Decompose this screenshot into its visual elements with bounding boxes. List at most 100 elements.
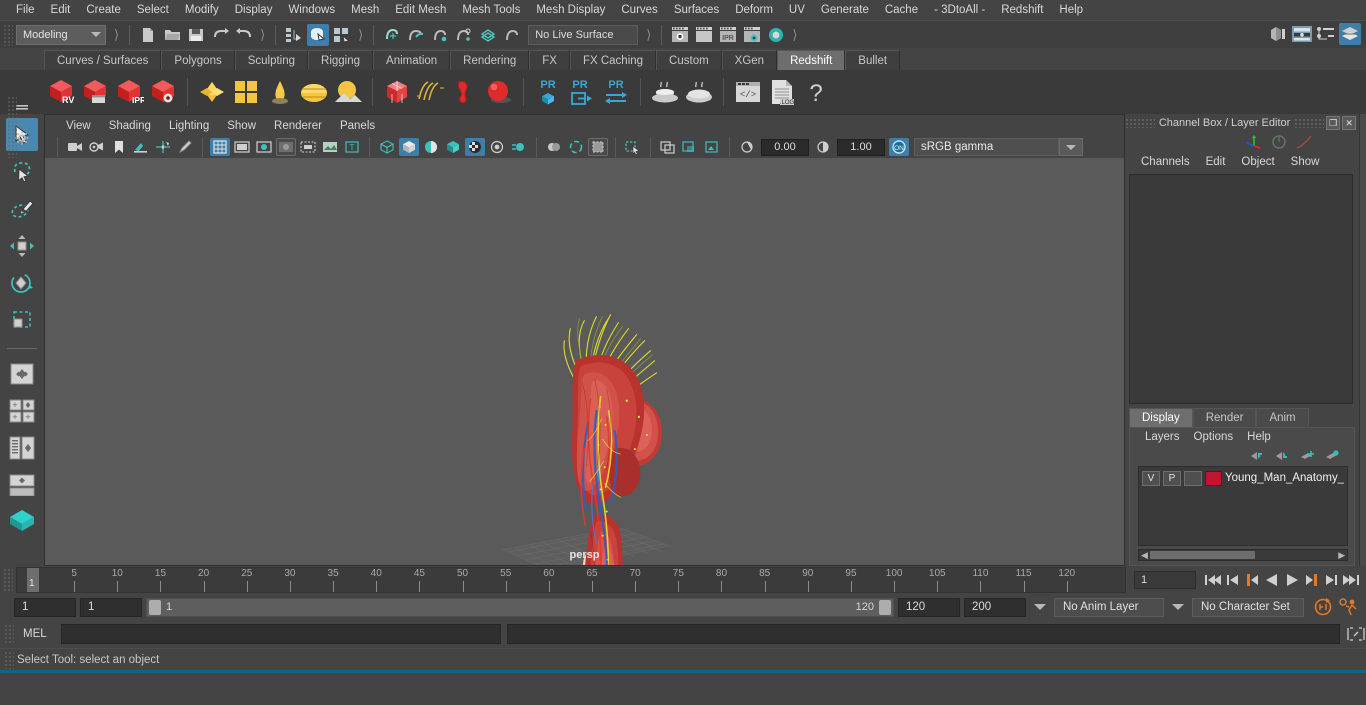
step-back-key-icon[interactable] (1245, 572, 1260, 588)
redshift-script-editor-icon[interactable]: </> (731, 74, 765, 110)
snap-to-curve-icon[interactable] (405, 24, 427, 46)
gamma-value[interactable]: 1.00 (837, 138, 885, 156)
rotate-tool[interactable] (6, 266, 38, 299)
make-live-icon[interactable] (501, 24, 523, 46)
layer-menu-layers[interactable]: Layers (1138, 431, 1187, 443)
paint-select-tool[interactable] (6, 192, 38, 225)
menu-item-uv[interactable]: UV (781, 2, 813, 18)
layer-editor-tab-anim[interactable]: Anim (1256, 408, 1309, 427)
shelf-tab-rendering[interactable]: Rendering (450, 50, 530, 70)
menu-item-redshift[interactable]: Redshift (993, 2, 1051, 18)
redshift-volume-icon[interactable] (448, 74, 482, 110)
menu-item-modify[interactable]: Modify (177, 2, 227, 18)
channel-box-menu-object[interactable]: Object (1233, 156, 1282, 168)
multisample-icon[interactable] (544, 138, 564, 156)
xray-active-components-icon[interactable] (623, 138, 643, 156)
menu-item-surfaces[interactable]: Surfaces (666, 2, 727, 18)
status-line-grip[interactable] (3, 23, 13, 46)
redshift-material-icon[interactable] (195, 74, 229, 110)
menu-item-edit-mesh[interactable]: Edit Mesh (387, 2, 454, 18)
layer-menu-options[interactable]: Options (1187, 431, 1241, 443)
panel-grip[interactable] (1125, 118, 1155, 128)
collapse-arrow-icon-5[interactable]: ⟩ (792, 27, 797, 43)
live-surface-field[interactable]: No Live Surface (528, 24, 639, 45)
layer-shading-toggle[interactable] (1184, 470, 1202, 486)
auto-keyframe-icon[interactable] (1312, 597, 1334, 617)
menu-item-deform[interactable]: Deform (727, 2, 781, 18)
shelf-tab-redshift[interactable]: Redshift (777, 50, 846, 70)
exposure-icon[interactable] (320, 138, 340, 156)
channel-box-menu-channels[interactable]: Channels (1133, 156, 1198, 168)
collapse-arrow-icon-3[interactable]: ⟩ (358, 27, 363, 43)
color-transform-caret[interactable] (1059, 138, 1083, 156)
layer-color-swatch[interactable] (1205, 470, 1222, 486)
shelf-tab-animation[interactable]: Animation (373, 50, 451, 70)
redshift-pr-export-icon[interactable]: PR (565, 74, 599, 110)
redshift-render-settings-icon[interactable] (146, 74, 180, 110)
shelf-tab-curves-surfaces[interactable]: Curves / Surfaces (44, 50, 162, 70)
animation-end-field[interactable]: 200 (964, 597, 1026, 617)
speed-dial-icon[interactable] (1271, 134, 1287, 150)
menu-item-edit[interactable]: Edit (43, 2, 79, 18)
wireframe-shading-icon[interactable] (377, 138, 397, 156)
menu-item-select[interactable]: Select (129, 2, 177, 18)
xray-icon[interactable] (658, 138, 678, 156)
ipr-render-icon[interactable]: IPR (717, 24, 739, 46)
exposure-value[interactable]: 0.00 (761, 138, 809, 156)
resolution-gate-icon[interactable] (254, 138, 274, 156)
redshift-bake-icon[interactable] (682, 74, 716, 110)
menu-item-generate[interactable]: Generate (813, 2, 877, 18)
screen-space-ao-icon[interactable] (487, 138, 507, 156)
show-hide-modeling-toolkit-icon[interactable] (1267, 23, 1289, 45)
bookmark-layout-icon[interactable] (6, 505, 38, 538)
move-layer-down-icon[interactable] (1275, 449, 1290, 462)
render-sequence-icon[interactable] (693, 24, 715, 46)
layer-playback-toggle[interactable]: P (1163, 470, 1181, 486)
layer-menu-help[interactable]: Help (1240, 431, 1278, 443)
menu-item-display[interactable]: Display (227, 2, 281, 18)
show-hide-attribute-editor-icon[interactable] (1291, 23, 1313, 45)
range-slider[interactable]: 1 120 (146, 597, 894, 617)
collapse-arrow-icon-2[interactable]: ⟩ (260, 27, 265, 43)
new-layer-from-selected-icon[interactable] (1325, 449, 1340, 462)
vtab-channel-box[interactable]: Channel Box / Layer Editor (1360, 118, 1366, 283)
use-all-lights-icon[interactable] (443, 138, 463, 156)
persp-graph-layout[interactable] (6, 468, 38, 501)
menu-item-file[interactable]: File (8, 2, 43, 18)
layer-name[interactable]: Young_Man_Anatomy_ (1225, 472, 1344, 484)
save-scene-icon[interactable] (185, 24, 207, 46)
outliner-persp-layout[interactable] (6, 431, 38, 464)
xray-textures-icon[interactable] (702, 138, 722, 156)
collapse-arrow-icon[interactable]: ⟩ (114, 27, 119, 43)
viewport-menu-view[interactable]: View (57, 119, 100, 133)
layer-list[interactable]: V P Young_Man_Anatomy_ (1138, 466, 1349, 546)
step-forward-frame-icon[interactable] (1323, 572, 1338, 588)
snap-to-view-plane-icon[interactable] (477, 24, 499, 46)
render-settings-icon[interactable] (741, 24, 763, 46)
scroll-thumb[interactable] (1149, 551, 1255, 559)
shelf-tab-polygons[interactable]: Polygons (161, 50, 235, 70)
grease-pencil-icon[interactable] (175, 138, 195, 156)
animation-preferences-icon[interactable] (1338, 597, 1360, 617)
select-by-object-icon[interactable] (307, 23, 330, 46)
menu-item-windows[interactable]: Windows (280, 2, 343, 18)
collapse-arrow-icon-4[interactable]: ⟩ (646, 27, 651, 43)
render-view-icon[interactable] (669, 24, 691, 46)
select-by-component-icon[interactable] (331, 24, 353, 46)
current-frame-field[interactable]: 1 (1134, 571, 1196, 589)
snap-to-grid-icon[interactable] (381, 24, 403, 46)
redshift-render-sequence-icon[interactable] (78, 74, 112, 110)
redshift-proxy-icon[interactable] (380, 74, 414, 110)
layer-editor-tab-display[interactable]: Display (1129, 408, 1193, 427)
viewport-menu-lighting[interactable]: Lighting (160, 119, 218, 133)
animation-start-field[interactable]: 1 (14, 597, 76, 617)
texture-toggle-icon[interactable]: T (342, 138, 362, 156)
open-scene-icon[interactable] (161, 24, 183, 46)
menu-item-mesh[interactable]: Mesh (343, 2, 387, 18)
shelf-tab-custom[interactable]: Custom (656, 50, 722, 70)
menu-item-create[interactable]: Create (78, 2, 129, 18)
redshift-pr-object-icon[interactable]: PR (531, 74, 565, 110)
single-perspective-view-layout[interactable] (6, 357, 38, 390)
redshift-log-icon[interactable]: .LOG (765, 74, 799, 110)
show-hide-channel-box-icon[interactable] (1339, 23, 1361, 45)
